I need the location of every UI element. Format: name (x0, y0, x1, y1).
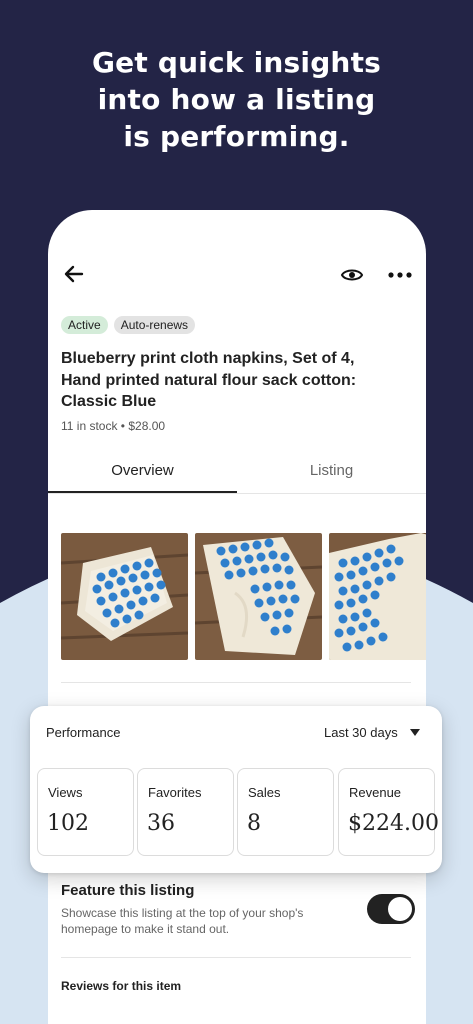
status-badge-active: Active (61, 316, 108, 334)
status-badges: Active Auto-renews (61, 316, 196, 334)
tab-selected-indicator (48, 491, 237, 493)
feature-toggle[interactable] (367, 894, 415, 924)
stat-value: 8 (247, 811, 261, 836)
headline-line: is performing. (123, 120, 350, 153)
listing-photo[interactable] (329, 533, 426, 660)
headline-line: into how a listing (97, 83, 376, 116)
stat-value: 102 (47, 811, 89, 836)
stat-label: Views (48, 785, 83, 800)
top-bar (48, 260, 426, 290)
headline: Get quick insights into how a listing is… (0, 44, 473, 155)
tab-listing[interactable]: Listing (237, 462, 426, 479)
tab-overview[interactable]: Overview (48, 462, 237, 479)
headline-line: Get quick insights (91, 46, 382, 79)
phone-screen: Active Auto-renews Blueberry print cloth… (48, 210, 426, 1024)
listing-title-line: Blueberry print cloth napkins, Set of 4, (61, 350, 355, 367)
more-horizontal-icon[interactable] (386, 263, 414, 287)
divider (61, 682, 411, 683)
stats-row: Views 102 Favorites 36 Sales 8 Revenue $… (37, 768, 439, 856)
listing-title: Blueberry print cloth napkins, Set of 4,… (61, 348, 401, 413)
feature-listing-row: Feature this listing Showcase this listi… (61, 882, 416, 962)
stat-card-views[interactable]: Views 102 (37, 768, 134, 856)
performance-title: Performance (46, 725, 121, 740)
status-badge-auto-renews: Auto-renews (113, 316, 196, 334)
stat-label: Favorites (148, 785, 202, 800)
listing-photo[interactable] (195, 533, 322, 660)
stat-value: $224.00 (348, 811, 439, 836)
feature-description-line: Showcase this listing at the top of your… (61, 906, 304, 920)
listing-photo[interactable] (61, 533, 188, 660)
listing-title-line: Hand printed natural flour sack cotton: (61, 371, 357, 389)
feature-title: Feature this listing (61, 882, 195, 899)
feature-description: Showcase this listing at the top of your… (61, 905, 331, 937)
date-range-dropdown[interactable]: Last 30 days (324, 725, 398, 740)
divider (61, 957, 411, 958)
tab-bar: Overview Listing (48, 454, 426, 494)
toggle-knob (388, 897, 412, 921)
performance-card: Performance Last 30 days Views 102 Favor… (30, 706, 442, 873)
listing-title-line: Classic Blue (61, 393, 157, 410)
stat-value: 36 (147, 811, 175, 836)
stat-label: Sales (248, 785, 281, 800)
feature-description-line: homepage to make it stand out. (61, 922, 230, 936)
arrow-left-icon[interactable] (62, 262, 86, 286)
eye-icon[interactable] (340, 263, 364, 287)
stat-card-favorites[interactable]: Favorites 36 (137, 768, 234, 856)
reviews-heading: Reviews for this item (61, 979, 182, 993)
stat-card-sales[interactable]: Sales 8 (237, 768, 334, 856)
photo-strip[interactable] (61, 533, 426, 660)
caret-down-icon[interactable] (410, 729, 420, 737)
stat-label: Revenue (349, 785, 402, 800)
listing-meta: 11 in stock • $28.00 (61, 419, 166, 433)
stat-card-revenue[interactable]: Revenue $224.00 (338, 768, 439, 856)
